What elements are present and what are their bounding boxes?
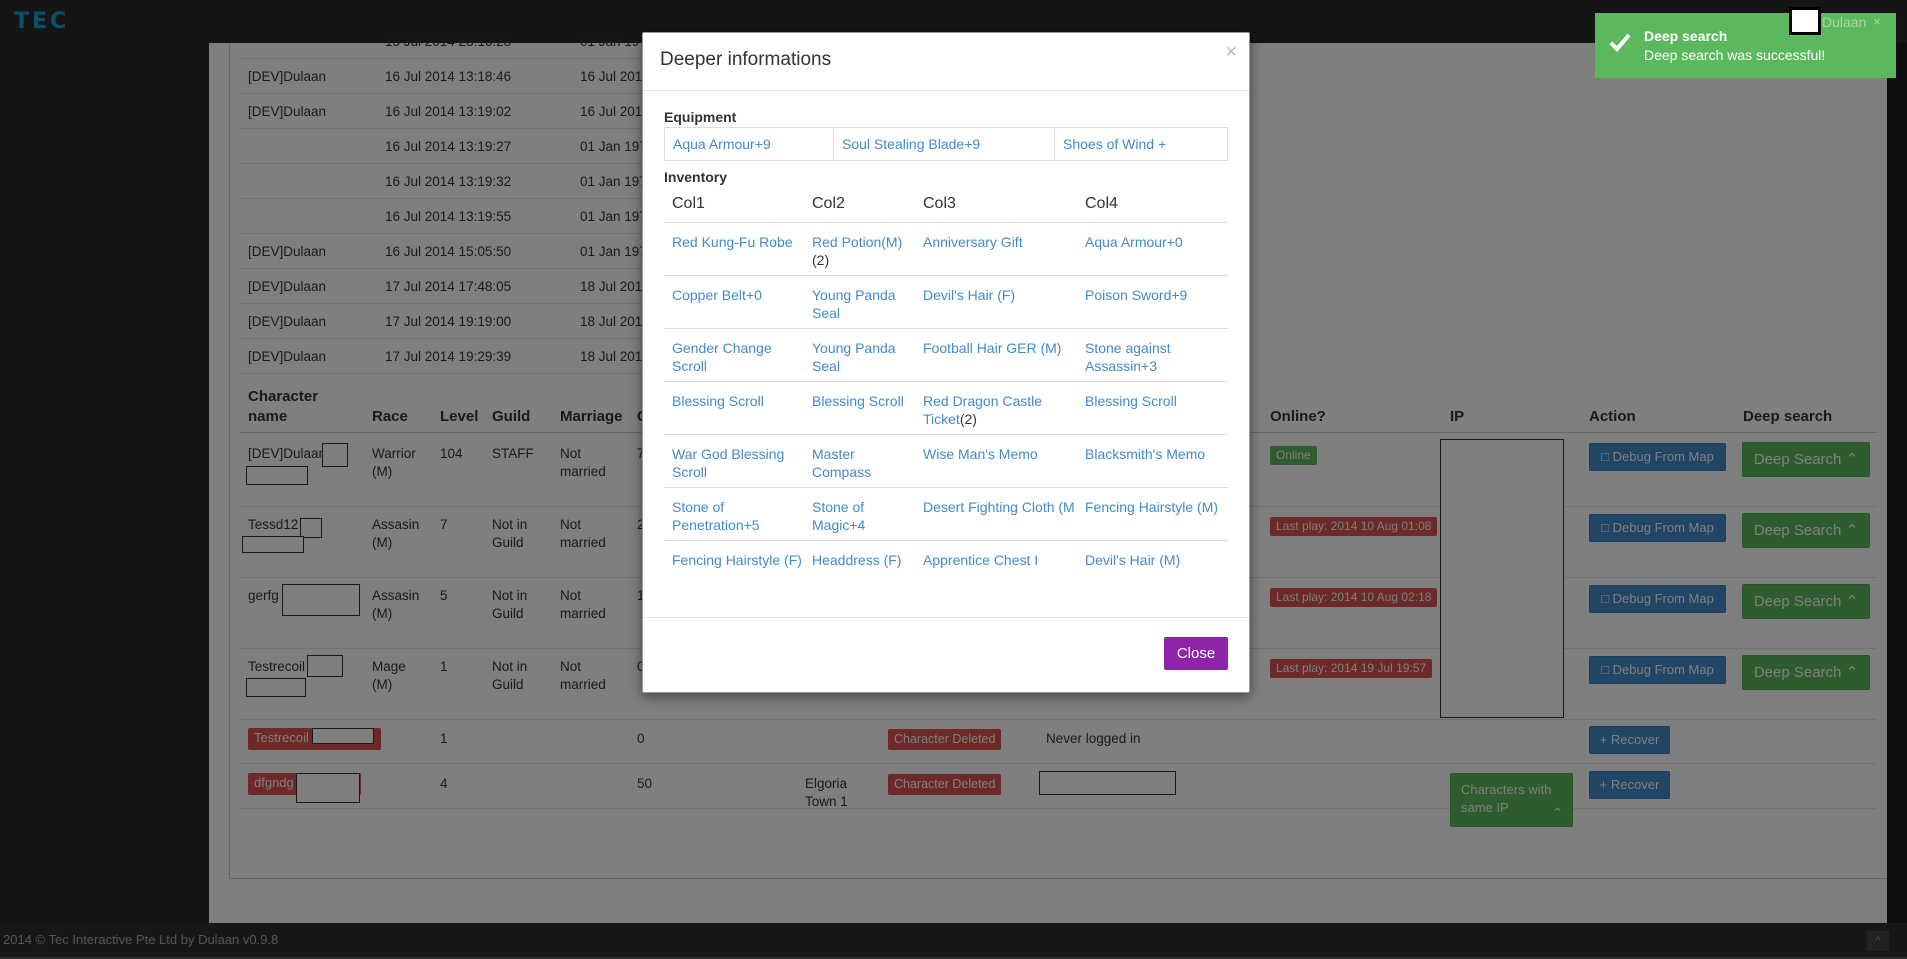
inventory-item-name: Fencing Hairstyle (M) (1085, 499, 1219, 515)
inventory-item[interactable]: War God Blessing Scroll (672, 445, 807, 481)
inventory-item-name: Blacksmith's Memo (1085, 446, 1206, 462)
inventory-item-name: Young Panda Seal (812, 340, 896, 374)
close-button[interactable]: Close (1164, 637, 1228, 670)
inventory-item[interactable]: Desert Fighting Cloth (M (923, 498, 1083, 516)
inventory-header-divider (664, 222, 1228, 223)
inventory-item-name: Wise Man's Memo (923, 446, 1038, 462)
inventory-item[interactable]: Anniversary Gift (923, 233, 1083, 251)
inventory-item-count: (2) (812, 252, 830, 268)
inventory-item[interactable]: Devil's Hair (F) (923, 286, 1083, 304)
inventory-item-name: Red Potion(M) (812, 234, 903, 250)
equipment-row: Aqua Armour+9 Soul Stealing Blade+9 Shoe… (664, 127, 1228, 161)
inventory-item-name: Apprentice Chest I (923, 552, 1039, 568)
toast-title: Deep search (1644, 28, 1728, 44)
inventory-item[interactable]: Copper Belt+0 (672, 286, 807, 304)
inventory-item-count: (2) (959, 411, 977, 427)
inventory-item-name: Stone against Assassin+3 (1085, 340, 1171, 374)
toast-message: Deep search was successful! (1644, 47, 1826, 63)
modal-close-icon[interactable]: × (1225, 41, 1237, 64)
inventory-row-divider (664, 381, 1228, 382)
inventory-col-header: Col4 (1085, 195, 1118, 212)
inventory-item-name: Master Compass (812, 446, 872, 480)
inventory-item-name: Red Kung-Fu Robe (672, 234, 793, 250)
inventory-item-name: Aqua Armour+0 (1085, 234, 1183, 250)
inventory-item[interactable]: Blessing Scroll (812, 392, 917, 410)
modal-header: Deeper informations × (643, 33, 1249, 91)
inventory-item-name: Red Dragon Castle Ticket (923, 393, 1043, 427)
inventory-item[interactable]: Gender Change Scroll (672, 339, 807, 375)
inventory-col-header: Col1 (672, 195, 705, 212)
inventory-row-divider (664, 328, 1228, 329)
inventory-item[interactable]: Master Compass (812, 445, 917, 481)
inventory-row-divider (664, 487, 1228, 488)
inventory-item[interactable]: Stone of Magic+4 (812, 498, 917, 534)
inventory-col-header: Col2 (812, 195, 845, 212)
inventory-item[interactable]: Red Potion(M) (2) (812, 233, 917, 269)
inventory-item-name: Devil's Hair (F) (923, 287, 1016, 303)
inventory-item[interactable]: Fencing Hairstyle (F) (672, 551, 807, 569)
inventory-row-divider (664, 434, 1228, 435)
equipment-item[interactable]: Soul Stealing Blade+9 (834, 128, 1055, 160)
check-icon (1609, 33, 1631, 52)
inventory-item[interactable]: Young Panda Seal (812, 339, 917, 375)
inventory-item-name: Young Panda Seal (812, 287, 896, 321)
equipment-item[interactable]: Shoes of Wind + (1055, 128, 1227, 160)
user-avatar[interactable] (1789, 7, 1821, 35)
inventory-item[interactable]: Blessing Scroll (1085, 392, 1225, 410)
inventory-item-name: Gender Change Scroll (672, 340, 772, 374)
inventory-item[interactable]: Blacksmith's Memo (1085, 445, 1225, 463)
inventory-item[interactable]: Devil's Hair (M) (1085, 551, 1225, 569)
user-name[interactable]: Dulaan (1822, 14, 1866, 30)
inventory-item[interactable]: Red Dragon Castle Ticket(2) (923, 392, 1083, 428)
inventory-item[interactable]: Poison Sword+9 (1085, 286, 1225, 304)
inventory-item-name: Devil's Hair (M) (1085, 552, 1181, 568)
inventory-item[interactable]: Stone of Penetration+5 (672, 498, 807, 534)
deeper-info-modal: Deeper informations × Equipment Aqua Arm… (642, 32, 1250, 693)
user-menu-close-icon[interactable]: × (1873, 14, 1881, 29)
inventory-row-divider (664, 540, 1228, 541)
inventory-item-name: Blessing Scroll (672, 393, 764, 409)
modal-title: Deeper informations (660, 49, 832, 70)
inventory-item-name: Anniversary Gift (923, 234, 1023, 250)
inventory-item[interactable]: Young Panda Seal (812, 286, 917, 322)
inventory-heading: Inventory (664, 169, 728, 185)
equipment-item[interactable]: Aqua Armour+9 (665, 128, 834, 160)
inventory-item[interactable]: Apprentice Chest I (923, 551, 1083, 569)
inventory-item[interactable]: Football Hair GER (M) (923, 339, 1083, 357)
modal-footer-divider (643, 617, 1249, 618)
equipment-heading: Equipment (664, 109, 737, 125)
inventory-item[interactable]: Fencing Hairstyle (M) (1085, 498, 1225, 516)
inventory-item-name: Football Hair GER (M) (923, 340, 1062, 356)
inventory-item[interactable]: Headdress (F) (812, 551, 917, 569)
inventory-item-name: Headdress (F) (812, 552, 902, 568)
inventory-item-name: Stone of Penetration+5 (672, 499, 760, 533)
inventory-item-name: Fencing Hairstyle (F) (672, 552, 802, 568)
inventory-item[interactable]: Red Kung-Fu Robe (672, 233, 807, 251)
inventory-item-name: Blessing Scroll (1085, 393, 1177, 409)
inventory-item-name: Poison Sword+9 (1085, 287, 1188, 303)
inventory-item-name: Desert Fighting Cloth (M (923, 499, 1075, 515)
inventory-item-name: War God Blessing Scroll (672, 446, 785, 480)
inventory-item-name: Copper Belt+0 (672, 287, 762, 303)
inventory-item[interactable]: Stone against Assassin+3 (1085, 339, 1225, 375)
inventory-item-name: Blessing Scroll (812, 393, 904, 409)
inventory-item[interactable]: Aqua Armour+0 (1085, 233, 1225, 251)
inventory-item[interactable]: Wise Man's Memo (923, 445, 1083, 463)
inventory-row-divider (664, 275, 1228, 276)
inventory-item[interactable]: Blessing Scroll (672, 392, 807, 410)
inventory-col-header: Col3 (923, 195, 956, 212)
inventory-item-name: Stone of Magic+4 (812, 499, 866, 533)
